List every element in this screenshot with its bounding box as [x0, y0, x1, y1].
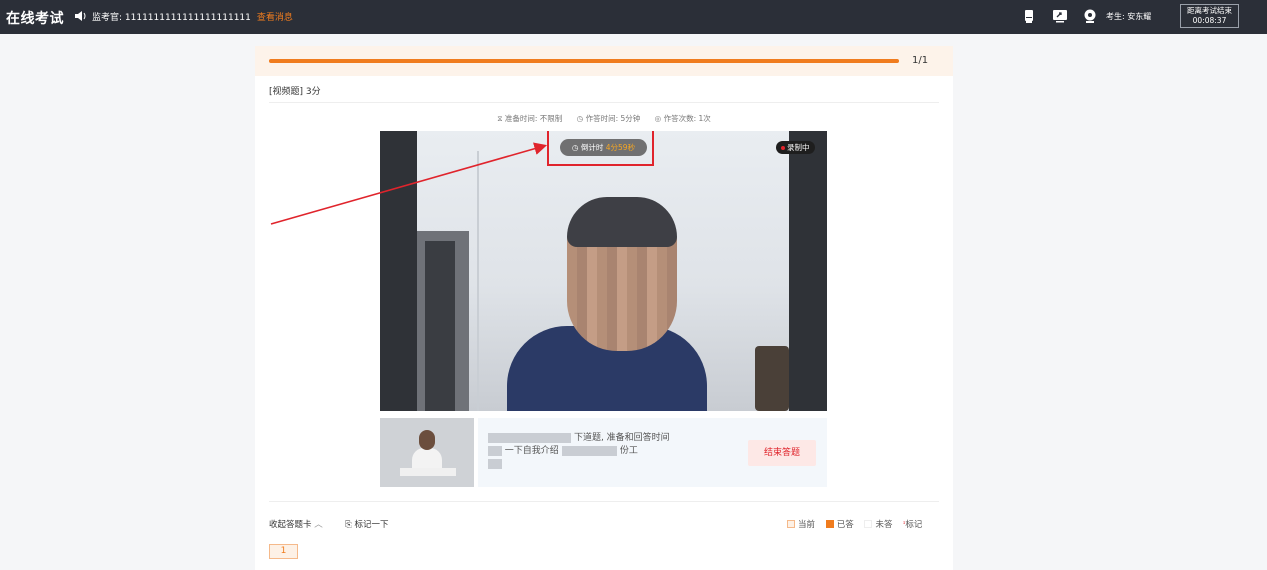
progress-bar	[269, 59, 899, 63]
instruction-line-1: 下道题, 准备和回答时间	[573, 433, 670, 443]
question-number-1[interactable]: 1	[269, 544, 298, 559]
camera-icon[interactable]	[1082, 8, 1098, 24]
recording-badge: 录制中	[776, 141, 815, 154]
answer-count: 作答次数: 1次	[663, 114, 711, 123]
bookmark-icon: ⎘	[345, 520, 352, 530]
prep-time: 准备时间: 不限制	[504, 114, 563, 123]
instruction-line-3: 份工	[619, 446, 638, 456]
divider	[269, 501, 939, 502]
presenter-thumbnail	[380, 418, 474, 487]
mark-question-button[interactable]: ⎘ 标记一下	[345, 518, 389, 530]
camera-feed	[417, 131, 789, 411]
legend-answered: 已答	[836, 520, 854, 530]
progress-fill	[269, 59, 899, 63]
legend-current: 当前	[798, 520, 816, 530]
instruction-box: ████████████ 下道题, 准备和回答时间 ██ 一下自我介绍 ████…	[478, 418, 827, 487]
exam-timer: 距离考试结束 00:08:37	[1180, 4, 1239, 28]
answered-swatch	[825, 520, 834, 528]
question-type: [视频题] 3分	[269, 87, 321, 97]
answer-legend: 当前 已答 未答 ᶦ标记	[787, 518, 930, 530]
recording-label: 录制中	[787, 143, 810, 152]
unanswered-swatch	[864, 520, 873, 528]
view-message-link[interactable]: 查看消息	[257, 13, 293, 23]
question-meta: ⧖ 准备时间: 不限制 ◷ 作答时间: 5分钟 ◎ 作答次数: 1次	[255, 113, 953, 124]
timer-label: 距离考试结束	[1187, 6, 1232, 15]
device-icon[interactable]	[1021, 8, 1037, 24]
speaker-icon	[75, 11, 86, 21]
hourglass-icon: ⧖	[497, 114, 503, 123]
legend-marked: 标记	[905, 520, 923, 530]
divider	[269, 102, 939, 103]
progress-text: 1/1	[912, 55, 929, 66]
collapse-answer-card-button[interactable]: 收起答题卡 ︿	[269, 518, 323, 530]
proctor-label: 监考官: 1111111111111111111111	[92, 13, 251, 23]
clock-icon: ◷	[576, 114, 584, 123]
examinee-name: 考生: 安东耀	[1106, 12, 1152, 21]
app-title: 在线考试	[6, 11, 64, 27]
exam-panel: 1/1 [视频题] 3分 ⧖ 准备时间: 不限制 ◷ 作答时间: 5分钟 ◎ 作…	[255, 46, 953, 570]
count-icon: ◎	[654, 114, 662, 123]
proctor-info: 监考官: 1111111111111111111111 查看消息	[92, 10, 293, 23]
instruction-text: ████████████ 下道题, 准备和回答时间 ██ 一下自我介绍 ████…	[488, 432, 738, 471]
annotation-box	[547, 131, 654, 166]
timer-value: 00:08:37	[1192, 16, 1227, 25]
recording-dot-icon	[781, 146, 785, 150]
current-swatch	[787, 520, 795, 528]
top-bar: 在线考试 监考官: 1111111111111111111111 查看消息 考生:…	[0, 0, 1267, 34]
legend-unanswered: 未答	[875, 520, 893, 530]
instruction-line-2: 一下自我介绍	[504, 446, 559, 456]
screen-share-icon[interactable]	[1052, 8, 1068, 24]
webcam-video: ◷ 倒计时 4分59秒 录制中	[380, 131, 827, 411]
collapse-label: 收起答题卡	[269, 520, 312, 530]
chevron-up-icon: ︿	[314, 520, 323, 530]
mark-label: 标记一下	[354, 520, 389, 530]
progress-row: 1/1	[255, 46, 953, 76]
answer-time: 作答时间: 5分钟	[585, 114, 641, 123]
end-answer-button[interactable]: 结束答题	[748, 440, 816, 466]
